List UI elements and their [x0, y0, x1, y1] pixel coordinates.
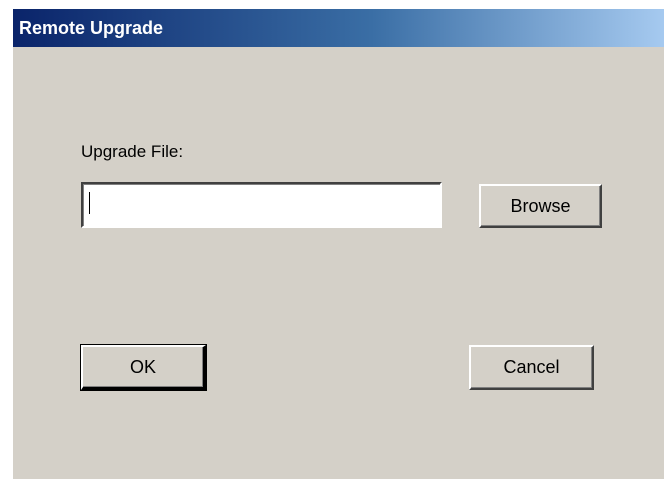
upgrade-file-input[interactable]: [81, 182, 442, 228]
remote-upgrade-dialog: Remote Upgrade Upgrade File: Browse OK C…: [12, 8, 664, 479]
upgrade-file-label: Upgrade File:: [81, 142, 184, 161]
text-caret: [89, 192, 90, 214]
window-title: Remote Upgrade: [19, 18, 164, 38]
cancel-button[interactable]: Cancel: [469, 345, 594, 390]
browse-button[interactable]: Browse: [479, 184, 602, 228]
ok-button[interactable]: OK: [81, 345, 206, 390]
title-bar[interactable]: Remote Upgrade: [13, 9, 664, 47]
